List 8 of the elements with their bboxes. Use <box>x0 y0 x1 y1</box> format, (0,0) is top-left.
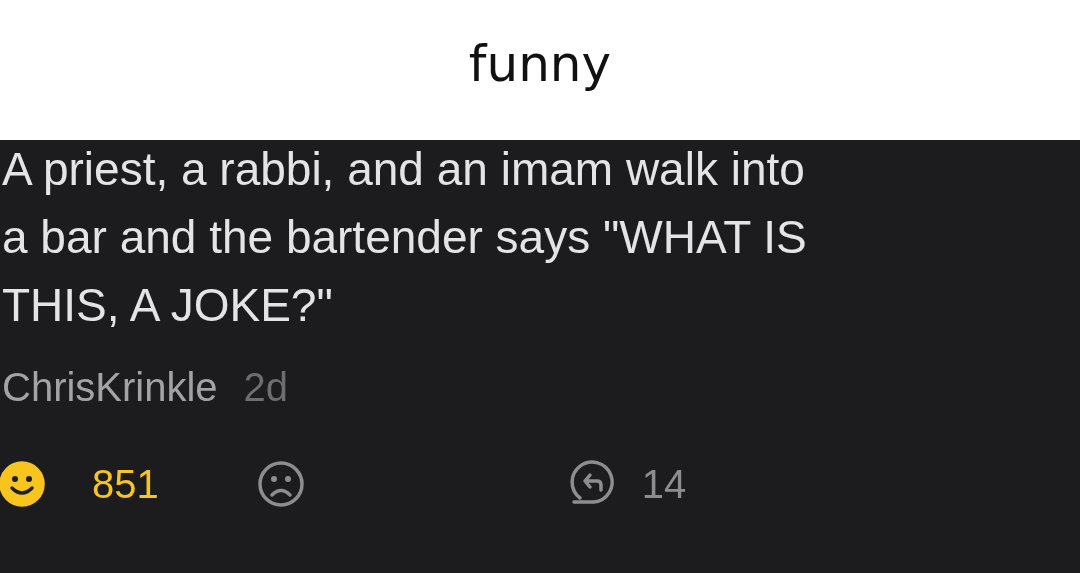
comment-text: A priest, a rabbi, and an imam walk into a bar and the bartender says "WHAT IS THIS, A JOKE?" <box>1 142 808 333</box>
timestamp: 2d <box>243 365 289 410</box>
reply-count: 14 <box>641 461 687 507</box>
smiley-icon[interactable] <box>0 460 46 508</box>
username[interactable]: ChrisKrinkle <box>2 365 218 410</box>
frown-icon[interactable] <box>256 460 305 508</box>
upvote-count: 851 <box>92 461 159 507</box>
caption: funny <box>468 35 612 95</box>
